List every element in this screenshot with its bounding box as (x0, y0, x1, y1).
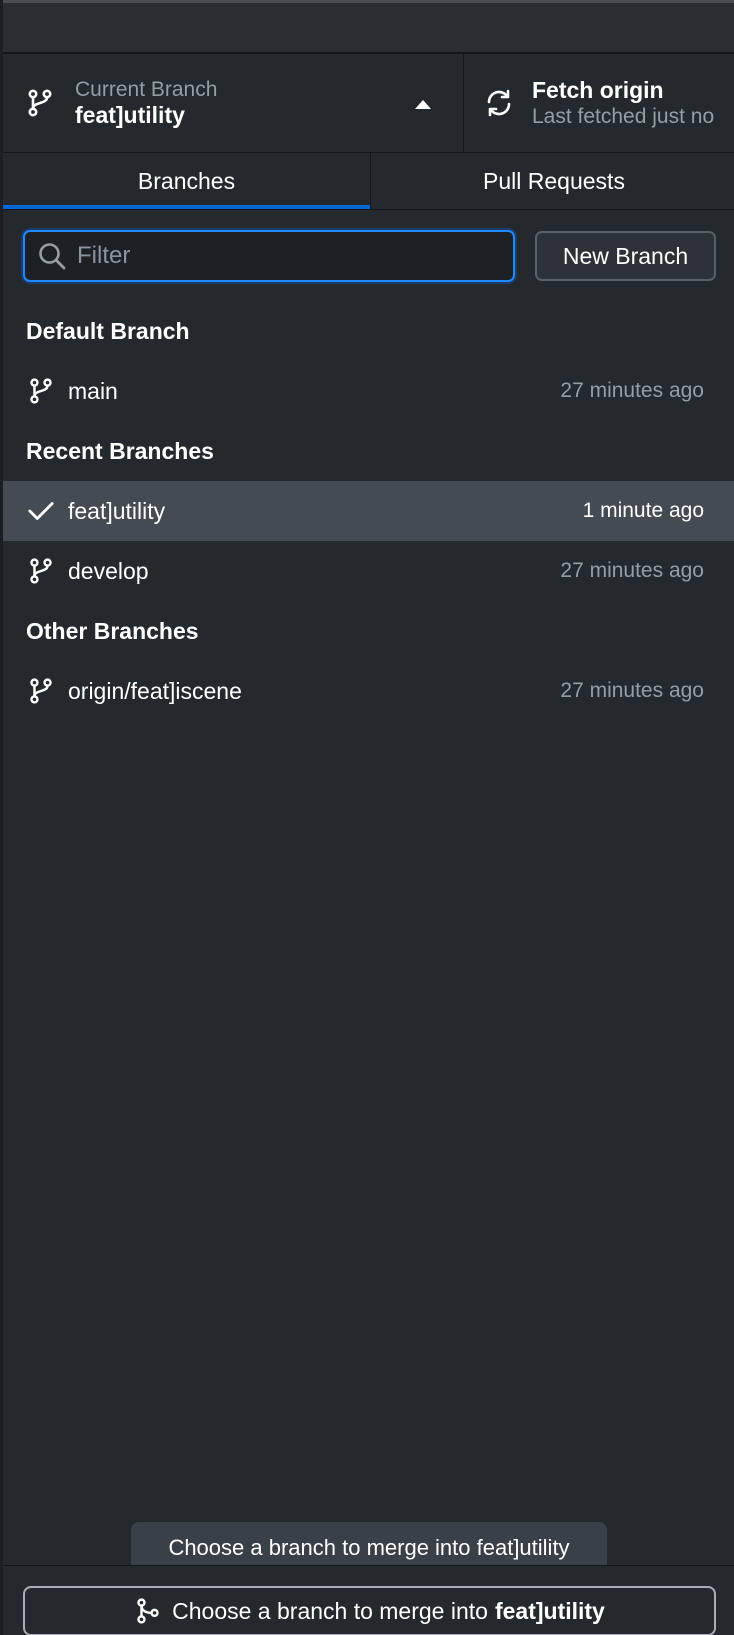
branch-row-develop[interactable]: develop 27 minutes ago (3, 541, 734, 601)
branch-time: 27 minutes ago (560, 379, 704, 402)
git-branch-icon (28, 89, 52, 117)
branch-name: feat]utility (68, 497, 166, 524)
tab-branches[interactable]: Branches (3, 153, 370, 209)
branch-row-main[interactable]: main 27 minutes ago (3, 361, 734, 421)
tab-pull-requests[interactable]: Pull Requests (370, 153, 734, 209)
git-merge-icon (137, 1598, 159, 1624)
toolbar: Current Branch feat]utility Fetch origin… (3, 54, 734, 153)
check-icon (28, 502, 54, 520)
bottom-bar: Choose a branch to merge into feat]utili… (3, 1565, 734, 1635)
current-branch-label: Current Branch (75, 77, 218, 101)
merge-button-prefix: Choose a branch to merge into (172, 1597, 488, 1624)
branch-time: 27 minutes ago (560, 679, 704, 702)
filter-row: New Branch (3, 230, 734, 282)
search-icon (39, 243, 66, 270)
fetch-origin-subtitle: Last fetched just no (532, 105, 715, 129)
fetch-origin-title: Fetch origin (532, 76, 664, 103)
tab-bar: Branches Pull Requests (3, 153, 734, 210)
sync-icon (487, 89, 511, 117)
branch-row-feat-utility[interactable]: feat]utility 1 minute ago (3, 481, 734, 541)
branch-name: main (68, 377, 118, 404)
branch-name: develop (68, 557, 149, 584)
branch-time: 1 minute ago (582, 499, 704, 522)
branches-panel: Current Branch feat]utility Fetch origin… (0, 0, 734, 1635)
merge-button-branch: feat]utility (494, 1597, 605, 1624)
branch-name: origin/feat]iscene (68, 677, 242, 704)
new-branch-button[interactable]: New Branch (535, 231, 716, 281)
merge-into-branch-button[interactable]: Choose a branch to merge into feat]utili… (23, 1586, 716, 1635)
branch-time: 27 minutes ago (560, 559, 704, 582)
filter-field[interactable] (23, 230, 515, 282)
branch-row-origin-feat-iscene[interactable]: origin/feat]iscene 27 minutes ago (3, 661, 734, 721)
section-title-default: Default Branch (26, 318, 190, 344)
title-bar (3, 0, 734, 54)
section-title-other: Other Branches (26, 618, 199, 644)
fetch-origin-button[interactable]: Fetch origin Last fetched just no (464, 54, 734, 152)
current-branch-value: feat]utility (75, 101, 185, 128)
section-title-recent: Recent Branches (26, 438, 214, 464)
git-branch-icon (30, 378, 52, 404)
git-branch-icon (30, 678, 52, 704)
git-branch-icon (30, 558, 52, 584)
filter-input[interactable] (77, 242, 477, 270)
caret-up-icon (415, 100, 431, 109)
current-branch-button[interactable]: Current Branch feat]utility (3, 54, 464, 152)
